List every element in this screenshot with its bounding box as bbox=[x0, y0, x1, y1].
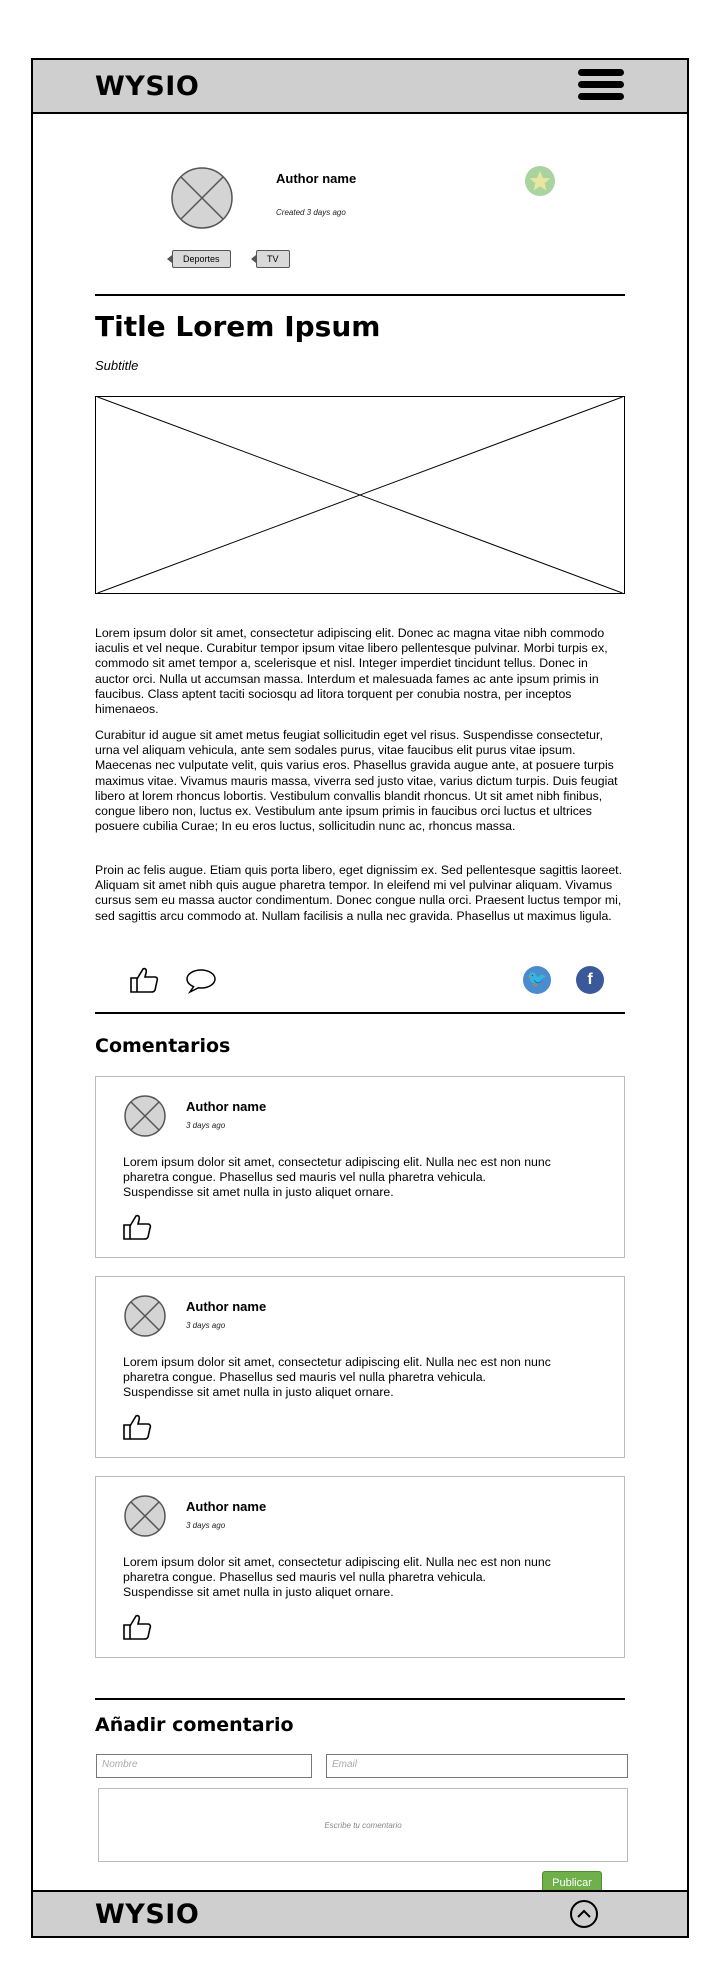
twitter-icon[interactable]: 🐦 bbox=[523, 966, 551, 994]
comment-card: Author name 3 days ago Lorem ipsum dolor… bbox=[95, 1476, 625, 1658]
article-paragraph: Proin ac felis augue. Etiam quis porta l… bbox=[95, 863, 623, 923]
comment-card: Author name 3 days ago Lorem ipsum dolor… bbox=[95, 1076, 625, 1258]
tag-deportes[interactable]: Deportes bbox=[167, 250, 231, 268]
comment-avatar bbox=[124, 1495, 166, 1537]
add-comment-title: Añadir comentario bbox=[95, 1714, 294, 1736]
like-thumbs-up-icon[interactable] bbox=[129, 966, 159, 994]
like-thumbs-up-icon[interactable] bbox=[122, 1413, 152, 1441]
name-field[interactable]: Nombre bbox=[96, 1754, 312, 1778]
comment-speech-bubble-icon[interactable] bbox=[185, 968, 217, 994]
favorite-star-icon[interactable] bbox=[525, 166, 555, 196]
article-subtitle: Subtitle bbox=[95, 358, 139, 373]
header: WYSIO bbox=[33, 60, 687, 114]
divider bbox=[95, 1012, 625, 1014]
article-title: Title Lorem Ipsum bbox=[95, 310, 381, 343]
comments-title: Comentarios bbox=[95, 1035, 231, 1057]
comment-time: 3 days ago bbox=[186, 1321, 226, 1330]
created-date: Created 3 days ago bbox=[276, 208, 346, 217]
like-thumbs-up-icon[interactable] bbox=[122, 1613, 152, 1641]
article-image-placeholder bbox=[95, 396, 625, 594]
article-paragraph: Curabitur id augue sit amet metus feugia… bbox=[95, 728, 618, 834]
tag-tv[interactable]: TV bbox=[251, 250, 290, 268]
comment-avatar bbox=[124, 1295, 166, 1337]
scroll-to-top-icon[interactable] bbox=[570, 1900, 598, 1928]
comment-textarea[interactable]: Escribe tu comentario bbox=[98, 1788, 628, 1862]
author-avatar bbox=[171, 167, 233, 229]
hamburger-menu-icon[interactable] bbox=[578, 69, 624, 105]
comment-avatar bbox=[124, 1095, 166, 1137]
logo[interactable]: WYSIO bbox=[95, 71, 199, 102]
comment-text: Lorem ipsum dolor sit amet, consectetur … bbox=[123, 1155, 551, 1200]
footer: WYSIO bbox=[33, 1890, 687, 1936]
comment-time: 3 days ago bbox=[186, 1521, 226, 1530]
comment-card: Author name 3 days ago Lorem ipsum dolor… bbox=[95, 1276, 625, 1458]
divider bbox=[95, 1698, 625, 1700]
article-paragraph: Lorem ipsum dolor sit amet, consectetur … bbox=[95, 626, 608, 717]
comment-author-name[interactable]: Author name bbox=[186, 1499, 266, 1514]
divider bbox=[95, 294, 625, 296]
facebook-icon[interactable]: f bbox=[576, 966, 604, 994]
email-field[interactable]: Email bbox=[326, 1754, 628, 1778]
comment-author-name[interactable]: Author name bbox=[186, 1099, 266, 1114]
comment-text: Lorem ipsum dolor sit amet, consectetur … bbox=[123, 1555, 551, 1600]
footer-logo[interactable]: WYSIO bbox=[95, 1899, 199, 1930]
like-thumbs-up-icon[interactable] bbox=[122, 1213, 152, 1241]
page-frame: WYSIO Author name Created 3 days ago Dep… bbox=[31, 58, 689, 1938]
comment-time: 3 days ago bbox=[186, 1121, 226, 1130]
author-name[interactable]: Author name bbox=[276, 171, 356, 186]
comment-text: Lorem ipsum dolor sit amet, consectetur … bbox=[123, 1355, 551, 1400]
comment-author-name[interactable]: Author name bbox=[186, 1299, 266, 1314]
